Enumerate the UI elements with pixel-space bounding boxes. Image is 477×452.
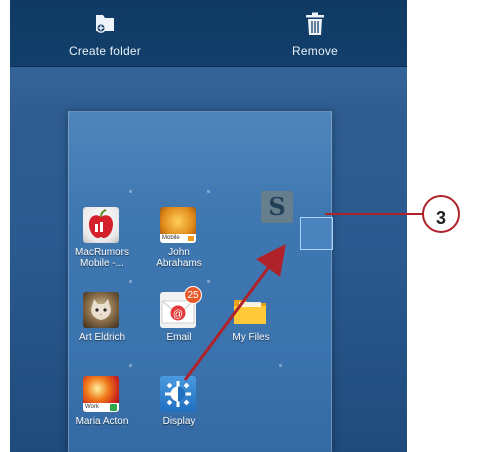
create-folder-button[interactable]: Create folder (40, 6, 170, 62)
app-label: Email (166, 332, 192, 343)
app-email[interactable]: @ 25 Email (140, 286, 218, 352)
app-label: John Abrahams (156, 247, 202, 269)
svg-text:@: @ (173, 309, 183, 320)
grid-dot (129, 190, 132, 193)
dragged-tile-letter: S (268, 192, 286, 221)
android-screen: Create folder Remove MacRumors Mobile -.… (10, 0, 407, 452)
app-label: Display (162, 416, 196, 427)
mobile-badge: Mobile (160, 234, 196, 243)
macrumors-apple-icon (83, 207, 119, 243)
remove-button[interactable]: Remove (250, 6, 380, 62)
app-maria-acton[interactable]: Work Maria Acton (63, 376, 141, 436)
remove-label: Remove (292, 44, 338, 58)
app-label: Art Eldrich (78, 332, 126, 343)
drop-target-slot[interactable] (300, 217, 333, 250)
mobile-badge-label: Mobile (162, 235, 180, 241)
folder-icon (232, 292, 268, 328)
work-badge-label: Work (85, 404, 99, 410)
grid-dot (207, 190, 210, 193)
create-folder-label: Create folder (69, 44, 141, 58)
app-display[interactable]: Display (140, 376, 218, 436)
app-art-eldrich[interactable]: Art Eldrich (63, 292, 141, 352)
work-badge: Work (83, 403, 119, 412)
callout-number: 3 (435, 208, 446, 228)
edit-action-bar: Create folder Remove (10, 0, 407, 67)
folder-add-icon (94, 12, 116, 39)
app-john-abrahams[interactable]: Mobile John Abrahams (140, 207, 218, 285)
email-icon: @ 25 (160, 286, 202, 328)
orange-tag-icon (188, 236, 194, 241)
contact-cat-photo-icon (83, 292, 119, 328)
app-label: My Files (232, 332, 270, 343)
unread-count-badge: 25 (184, 286, 202, 304)
contact-photo-icon: Mobile (160, 207, 196, 243)
phone-icon (110, 404, 117, 411)
app-label: Maria Acton (75, 416, 129, 427)
dragged-app-tile[interactable]: S (261, 191, 293, 223)
grid-dot (279, 364, 282, 367)
home-screen-page: MacRumors Mobile -... Mobile John Abraha… (68, 111, 333, 452)
app-label: MacRumors Mobile -... (75, 247, 129, 269)
contact-photo-icon: Work (83, 376, 119, 412)
display-settings-icon (160, 376, 196, 412)
trash-icon (305, 12, 325, 41)
app-my-files[interactable]: My Files (212, 292, 290, 352)
app-macrumors[interactable]: MacRumors Mobile -... (63, 207, 141, 285)
grid-dot (129, 364, 132, 367)
